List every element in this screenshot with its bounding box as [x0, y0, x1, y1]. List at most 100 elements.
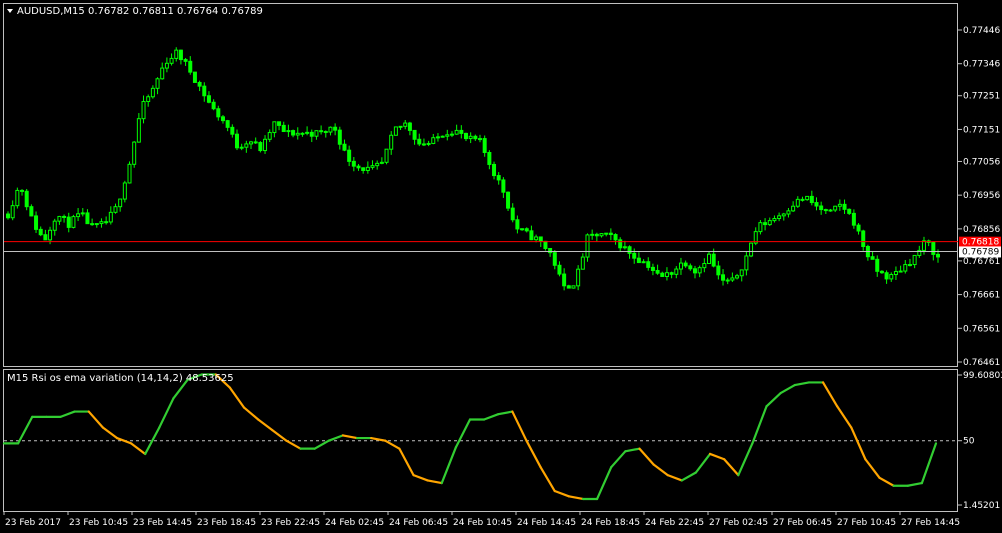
candle-body-bear	[538, 236, 543, 242]
time-tick-label: 27 Feb 06:45	[773, 518, 832, 528]
candle-body-bear	[29, 206, 34, 217]
candle-body-bear	[291, 130, 296, 136]
price-tick-label: 0.77151	[963, 125, 1000, 135]
candle-body-bull	[893, 270, 898, 276]
candle-body-bull	[113, 206, 118, 213]
candle-body-bear	[34, 215, 39, 230]
time-tick-label: 27 Feb 02:45	[709, 518, 768, 528]
candle-body-bear	[819, 205, 824, 211]
candle-body-bull	[758, 222, 763, 233]
candle-body-bear	[548, 248, 553, 254]
candle-body-bull	[576, 268, 581, 287]
candle-body-bear	[104, 221, 109, 224]
indicator-segment	[129, 442, 147, 456]
indicator-segment	[242, 406, 260, 421]
candle-body-bull	[426, 142, 431, 145]
candle-body-bull	[164, 62, 169, 69]
indicator-segment	[87, 410, 104, 429]
candle-body-bear	[562, 273, 567, 287]
price-tick-label: 0.76761	[963, 257, 1000, 267]
candle-body-bull	[244, 143, 249, 148]
indicator-segment	[694, 452, 712, 474]
candle-body-bull	[795, 198, 800, 207]
candle-body-bear	[650, 266, 655, 271]
candle-body-bull	[384, 148, 389, 163]
indicator-tick-label: 1.45201	[963, 501, 1000, 511]
candle-body-bear	[463, 132, 468, 140]
indicator-title: M15 Rsi os ema variation (14,14,2) 48.53…	[7, 373, 234, 384]
symbol-dropdown-icon[interactable]	[7, 9, 13, 13]
candle-body-bear	[814, 202, 819, 207]
candle-body-bear	[38, 228, 43, 236]
candle-body-bear	[529, 230, 534, 241]
candle-body-bear	[421, 143, 426, 146]
candle-body-bear	[188, 60, 193, 73]
candle-body-bear	[197, 81, 202, 87]
candle-body-bear	[24, 190, 29, 208]
candle-body-bear	[183, 59, 188, 62]
indicator-segment	[906, 481, 923, 487]
price-panel[interactable]	[4, 47, 958, 291]
candle-body-bull	[267, 132, 272, 140]
candle-body-bear	[482, 138, 487, 154]
candle-body-bull	[389, 134, 394, 150]
candle-body-bull	[837, 203, 842, 207]
candle-body-bull	[80, 212, 85, 215]
candle-body-bull	[454, 129, 459, 135]
indicator-tick-label: 99.60803	[963, 371, 1002, 381]
price-panel-frame	[3, 3, 958, 367]
candle-body-bear	[936, 253, 940, 258]
indicator-segment	[708, 452, 726, 461]
candle-body-bull	[889, 274, 894, 280]
candle-body-bull	[828, 209, 833, 212]
trading-chart[interactable]: AUDUSD,M15 0.76782 0.76811 0.76764 0.767…	[0, 0, 1002, 533]
indicator-segment	[525, 439, 542, 469]
candle-body-bull	[295, 132, 300, 136]
candle-body-bear	[216, 108, 221, 118]
candle-body-bear	[192, 71, 197, 83]
candle-body-bear	[206, 95, 211, 103]
indicator-segment	[483, 413, 500, 421]
candle-body-bull	[599, 233, 604, 237]
candle-body-bear	[20, 189, 25, 192]
candle-body-bull	[781, 213, 786, 217]
time-tick-label: 24 Feb 22:45	[645, 518, 704, 528]
candle-body-bull	[379, 161, 384, 164]
candle-body-bear	[281, 124, 286, 133]
indicator-segment	[567, 495, 585, 501]
candle-body-bear	[178, 49, 183, 61]
time-tick-label: 24 Feb 06:45	[389, 518, 448, 528]
candle-body-bear	[809, 195, 814, 204]
candle-body-bull	[146, 96, 151, 103]
candle-body-bull	[15, 189, 20, 207]
candle-body-bear	[506, 191, 511, 209]
candle-body-bull	[730, 277, 735, 281]
candle-body-bear	[220, 116, 225, 122]
candle-body-bear	[407, 122, 412, 131]
candle-body-bear	[851, 212, 856, 226]
candle-body-bear	[660, 272, 665, 278]
candle-body-bull	[155, 78, 160, 89]
candle-body-bull	[94, 223, 99, 226]
candle-body-bull	[76, 213, 81, 218]
candle-body-bear	[632, 252, 637, 259]
candle-body-bull	[739, 269, 744, 277]
svg-text:0.76818: 0.76818	[962, 238, 999, 248]
candle-body-bear	[337, 129, 342, 145]
candle-body-bear	[300, 132, 305, 135]
candle-body-bear	[842, 203, 847, 210]
candle-body-bear	[356, 165, 361, 169]
indicator-segment	[666, 474, 683, 482]
candle-body-bear	[608, 232, 613, 236]
candle-body-bear	[253, 141, 258, 144]
indicator-segment	[779, 383, 796, 395]
indicator-segment	[271, 429, 288, 442]
indicator-segment	[652, 463, 669, 477]
candle-body-bull	[678, 262, 683, 270]
candle-body-bear	[721, 274, 726, 281]
indicator-segment	[850, 426, 867, 461]
indicator-segment	[398, 447, 415, 477]
indicator-segment	[765, 391, 782, 408]
candle-body-bull	[791, 205, 796, 212]
indicator-panel[interactable]	[2, 373, 958, 501]
